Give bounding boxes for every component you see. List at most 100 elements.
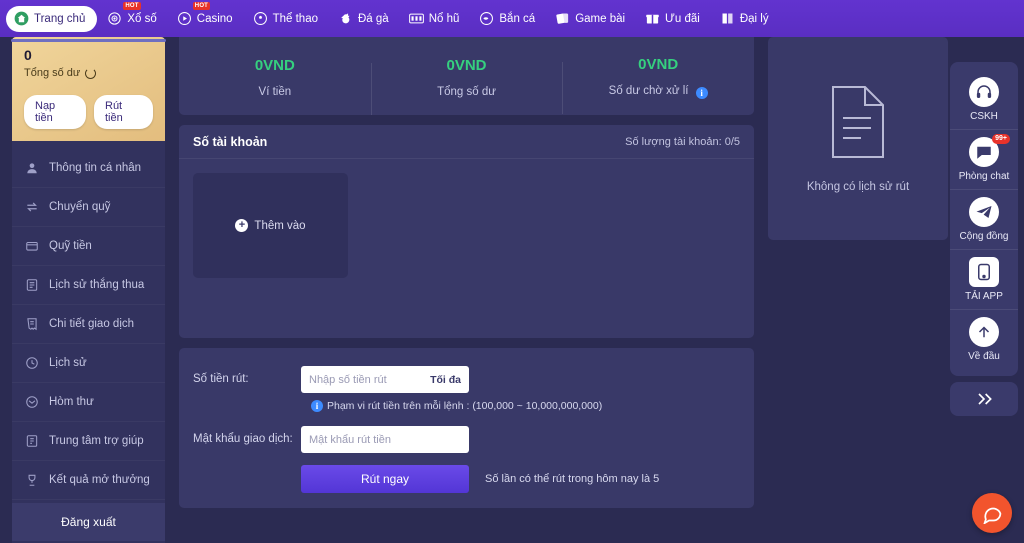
nav-label: Ưu đãi: [665, 12, 700, 25]
nav-label: Đá gà: [358, 12, 389, 25]
sidebar-item-label: Quỹ tiền: [49, 240, 92, 252]
nav-item-da-ga[interactable]: Đá gà: [328, 0, 399, 37]
mail-icon: [24, 394, 40, 410]
add-account-label: Thêm vào: [254, 219, 306, 232]
nav-item-xo-so[interactable]: Xổ số HOT: [97, 0, 166, 37]
nav-label: Đại lý: [739, 12, 769, 25]
nav-label: Trang chủ: [34, 12, 86, 25]
nav-item-the-thao[interactable]: Thể thao: [243, 0, 328, 37]
balance-summary: 0VND Ví tiền 0VND Tổng số dư 0VND Số dư …: [179, 37, 754, 115]
help-icon: [24, 433, 40, 449]
withdraw-amount-placeholder: Nhập số tiền rút: [309, 373, 387, 386]
withdraw-password-placeholder: Mật khẩu rút tiền: [309, 433, 391, 446]
sidebar-item-label: Chi tiết giao dịch: [49, 318, 135, 330]
sidebar-item-chi-tiet-giao-dich[interactable]: Chi tiết giao dịch: [12, 305, 165, 344]
withdraw-password-label: Mật khẩu giao dịch:: [193, 433, 293, 445]
refresh-icon[interactable]: [85, 67, 97, 79]
info-icon: i: [311, 400, 323, 412]
wallet-actions: Nạp tiền Rút tiền: [24, 95, 153, 129]
withdraw-button[interactable]: Rút tiền: [94, 95, 153, 129]
headset-icon: [969, 76, 999, 107]
floating-rail: CSKH 99+ Phòng chat Cộng đồng TẢI APP Về…: [950, 62, 1018, 376]
sidebar: 0 Tổng số dư Nạp tiền Rút tiền Thông tin…: [12, 37, 165, 543]
clock-icon: [24, 355, 40, 371]
sidebar-item-label: Lịch sử: [49, 357, 87, 369]
bank-account-body: + Thêm vào: [179, 159, 754, 292]
rail-collapse-button[interactable]: [950, 382, 1018, 416]
rail-item-label: CSKH: [970, 110, 998, 122]
account-count-label: Số lượng tài khoản:: [625, 135, 722, 148]
sidebar-item-hom-thu[interactable]: Hòm thư: [12, 383, 165, 422]
rail-item-label: Về đầu: [968, 351, 1000, 362]
sidebar-item-label: Kết quả mở thưởng: [49, 474, 150, 486]
sidebar-scroll-indicator[interactable]: [11, 39, 166, 42]
wallet-icon: [24, 238, 40, 254]
sidebar-item-ket-qua-mo-thuong[interactable]: Kết quả mở thưởng: [12, 461, 165, 500]
balance-label-text: Số dư chờ xử lí: [608, 84, 689, 97]
sidebar-item-label: Thông tin cá nhân: [49, 162, 142, 174]
sidebar-item-quy-tien[interactable]: Quỹ tiền: [12, 227, 165, 266]
withdraw-range-text: Phạm vi rút tiền trên mỗi lệnh : (100,00…: [327, 400, 603, 412]
nav-item-ban-ca[interactable]: Bắn cá: [469, 0, 545, 37]
balance-label: Ví tiền: [258, 85, 292, 98]
nav-label: Nổ hũ: [428, 12, 460, 25]
fish-icon: [479, 11, 494, 26]
withdraw-amount-row: Số tiền rút: Nhập số tiền rút Tối đa: [193, 366, 740, 393]
book-icon: [720, 11, 735, 26]
withdraw-submit-button[interactable]: Rút ngay: [301, 465, 469, 493]
logout-button[interactable]: Đăng xuất: [12, 503, 165, 541]
account-count: Số lượng tài khoản: 0/5: [625, 136, 740, 148]
max-amount-button[interactable]: Tối đa: [430, 374, 461, 386]
rail-item-cskh[interactable]: CSKH: [950, 69, 1018, 129]
telegram-icon: [969, 197, 999, 227]
add-account-button[interactable]: + Thêm vào: [193, 173, 348, 278]
wallet-card: 0 Tổng số dư Nạp tiền Rút tiền: [12, 37, 165, 141]
sidebar-item-trung-tam-tro-giup[interactable]: Trung tâm trợ giúp: [12, 422, 165, 461]
bank-account-panel: Số tài khoản Số lượng tài khoản: 0/5 + T…: [179, 125, 754, 338]
withdraw-submit-row: Rút ngay Số lần có thể rút trong hôm nay…: [193, 465, 740, 493]
top-navigation: Trang chủ Xổ số HOT Casino HOT Thể thao: [0, 0, 1024, 37]
rail-item-phong-chat[interactable]: 99+ Phòng chat: [950, 129, 1018, 189]
withdraw-password-input[interactable]: Mật khẩu rút tiền: [301, 426, 469, 453]
bank-account-header: Số tài khoản Số lượng tài khoản: 0/5: [179, 125, 754, 159]
sidebar-menu: Thông tin cá nhân Chuyển quỹ Quỹ tiền Lị…: [12, 141, 165, 500]
withdraw-history-panel: Không có lịch sử rút: [768, 37, 948, 240]
rail-item-label: Phòng chat: [958, 171, 1010, 182]
chat-bubble-icon: [982, 507, 1001, 524]
play-circle-icon: [177, 11, 192, 26]
rail-item-cong-dong[interactable]: Cộng đồng: [950, 189, 1018, 249]
sidebar-item-lich-su[interactable]: Lịch sử: [12, 344, 165, 383]
sidebar-item-lich-su-thang-thua[interactable]: Lịch sử thắng thua: [12, 266, 165, 305]
sidebar-item-chuyen-quy[interactable]: Chuyển quỹ: [12, 188, 165, 227]
withdraw-amount-label: Số tiền rút:: [193, 373, 249, 385]
withdraw-password-row: Mật khẩu giao dịch: Mật khẩu rút tiền: [193, 426, 740, 453]
nav-item-casino[interactable]: Casino HOT: [167, 0, 243, 37]
nav-item-no-hu[interactable]: Nổ hũ: [399, 0, 470, 37]
nav-item-uu-dai[interactable]: Ưu đãi: [635, 0, 710, 37]
rail-item-ve-dau[interactable]: Về đầu: [950, 309, 1018, 369]
balance-value: 0VND: [254, 56, 295, 74]
nav-item-trang-chu[interactable]: Trang chủ: [6, 5, 98, 32]
withdraw-limit-note: Số lần có thể rút trong hôm nay là 5: [485, 473, 660, 485]
trophy-icon: [24, 472, 40, 488]
cards-icon: [555, 11, 570, 26]
balance-label: Tổng số dư: [437, 85, 496, 98]
rail-item-tai-app[interactable]: TẢI APP: [950, 249, 1018, 309]
nav-label: Game bài: [575, 12, 626, 25]
info-icon[interactable]: i: [695, 86, 708, 99]
page-root: Trang chủ Xổ số HOT Casino HOT Thể thao: [0, 0, 1024, 543]
nav-item-dai-ly[interactable]: Đại lý: [710, 0, 779, 37]
balance-column-pending: 0VND Số dư chờ xử lí i: [562, 54, 754, 114]
sidebar-item-label: Hòm thư: [49, 396, 94, 408]
sidebar-item-thong-tin-ca-nhan[interactable]: Thông tin cá nhân: [12, 149, 165, 188]
soccer-ball-icon: [253, 11, 268, 26]
support-chat-button[interactable]: [972, 493, 1012, 533]
deposit-button[interactable]: Nạp tiền: [24, 95, 86, 129]
withdraw-amount-input[interactable]: Nhập số tiền rút Tối đa: [301, 366, 469, 393]
wallet-total-row: Tổng số dư: [24, 67, 153, 79]
rail-item-label: TẢI APP: [965, 291, 1003, 302]
nav-label: Bắn cá: [499, 12, 536, 25]
balance-column-total: 0VND Tổng số dư: [370, 55, 563, 115]
withdraw-form: Số tiền rút: Nhập số tiền rút Tối đa i P…: [179, 348, 754, 508]
nav-item-game-bai[interactable]: Game bài: [545, 0, 635, 37]
